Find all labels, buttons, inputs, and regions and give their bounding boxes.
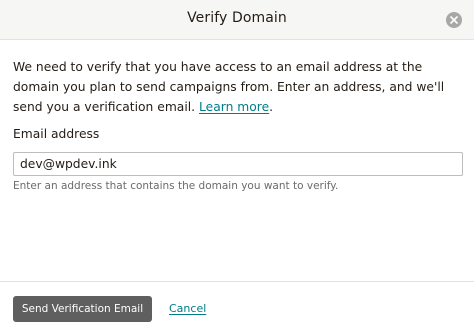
learn-more-link[interactable]: Learn more <box>199 100 269 114</box>
modal-header: Verify Domain <box>0 0 474 40</box>
footer-divider <box>0 281 474 282</box>
description-period: . <box>269 100 274 114</box>
verify-domain-modal: Verify Domain We need to verify that you… <box>0 0 474 334</box>
email-field[interactable] <box>13 152 463 176</box>
email-label: Email address <box>13 127 100 141</box>
close-button[interactable] <box>446 12 462 28</box>
modal-description: We need to verify that you have access t… <box>13 57 463 117</box>
email-helper-text: Enter an address that contains the domai… <box>13 180 339 192</box>
close-icon <box>450 16 458 24</box>
modal-title: Verify Domain <box>187 10 287 26</box>
send-verification-email-button[interactable]: Send Verification Email <box>13 296 152 322</box>
cancel-link[interactable]: Cancel <box>169 302 206 315</box>
